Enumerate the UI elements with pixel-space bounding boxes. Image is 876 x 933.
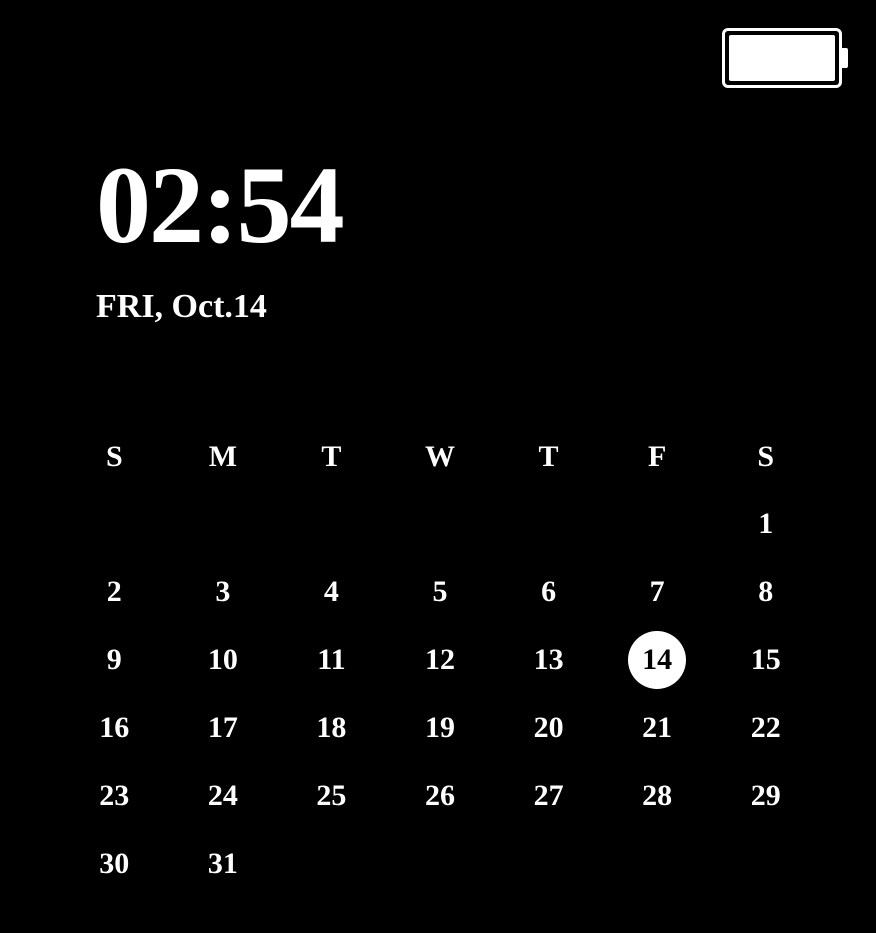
calendar-day-cell[interactable]: 9 [60,640,169,680]
calendar-day-cell[interactable]: 7 [603,572,712,612]
calendar-day-cell[interactable]: 2 [60,572,169,612]
calendar-day-cell [277,504,386,544]
calendar-day: 3 [194,563,252,621]
calendar-day: 11 [302,631,360,689]
calendar-day-cell[interactable]: 13 [494,640,603,680]
calendar-day-cell[interactable]: 28 [603,776,712,816]
calendar-day-cell[interactable]: 25 [277,776,386,816]
calendar-day-cell[interactable]: 5 [386,572,495,612]
calendar-day-current: 14 [628,631,686,689]
weekday-label: M [169,440,278,474]
calendar-day-cell[interactable]: 16 [60,708,169,748]
calendar-day: 28 [628,767,686,825]
calendar-day: 17 [194,699,252,757]
clock-widget: 02:54 FRI, Oct.14 [96,150,343,326]
calendar-day: 18 [302,699,360,757]
calendar-day: 13 [520,631,578,689]
calendar-day: 25 [302,767,360,825]
calendar-day: 1 [737,495,795,553]
battery-fill [729,35,835,81]
calendar-day: 5 [411,563,469,621]
calendar-day-cell [494,844,603,884]
calendar-day: 24 [194,767,252,825]
time-display: 02:54 [96,150,343,260]
calendar-day-cell [169,504,278,544]
battery-icon [722,28,842,88]
calendar-day: 26 [411,767,469,825]
weekday-label: S [60,440,169,474]
calendar-day-cell[interactable]: 22 [711,708,820,748]
calendar-day: 29 [737,767,795,825]
calendar-day-cell[interactable]: 20 [494,708,603,748]
calendar-day-cell[interactable]: 31 [169,844,278,884]
calendar-day-cell[interactable]: 1 [711,504,820,544]
calendar-day-cell [386,504,495,544]
calendar-day-cell[interactable]: 30 [60,844,169,884]
calendar-day: 15 [737,631,795,689]
calendar-day-cell [60,504,169,544]
calendar-day-cell[interactable]: 19 [386,708,495,748]
calendar-day-cell[interactable]: 12 [386,640,495,680]
calendar-day: 10 [194,631,252,689]
calendar-day-cell[interactable]: 17 [169,708,278,748]
calendar-day-cell[interactable]: 15 [711,640,820,680]
calendar-day: 21 [628,699,686,757]
calendar-day: 19 [411,699,469,757]
calendar-day-cell [494,504,603,544]
calendar-day: 16 [85,699,143,757]
calendar-day-cell[interactable]: 26 [386,776,495,816]
calendar-day-cell[interactable]: 11 [277,640,386,680]
weekday-label: F [603,440,712,474]
calendar-widget: S M T W T F S 12345678910111213141516171… [60,440,820,884]
weekday-label: S [711,440,820,474]
calendar-day: 2 [85,563,143,621]
calendar-day-cell[interactable]: 8 [711,572,820,612]
calendar-day-cell[interactable]: 29 [711,776,820,816]
weekday-label: T [277,440,386,474]
calendar-day: 31 [194,835,252,893]
calendar-day-cell [277,844,386,884]
calendar-day-cell[interactable]: 4 [277,572,386,612]
date-display: FRI, Oct.14 [96,288,343,326]
calendar-day: 6 [520,563,578,621]
calendar-days-grid: 1234567891011121314151617181920212223242… [60,504,820,884]
calendar-day: 27 [520,767,578,825]
calendar-day-cell [711,844,820,884]
weekday-label: W [386,440,495,474]
weekday-label: T [494,440,603,474]
calendar-day: 20 [520,699,578,757]
calendar-day-cell [386,844,495,884]
calendar-day-cell[interactable]: 18 [277,708,386,748]
calendar-day-cell[interactable]: 24 [169,776,278,816]
weekday-header-row: S M T W T F S [60,440,820,474]
calendar-day-cell[interactable]: 3 [169,572,278,612]
calendar-day-cell[interactable]: 23 [60,776,169,816]
calendar-day-cell [603,504,712,544]
calendar-day: 9 [85,631,143,689]
calendar-day: 23 [85,767,143,825]
calendar-day: 12 [411,631,469,689]
calendar-day-cell[interactable]: 10 [169,640,278,680]
calendar-day: 4 [302,563,360,621]
calendar-day: 30 [85,835,143,893]
calendar-day-cell [603,844,712,884]
calendar-day-cell[interactable]: 6 [494,572,603,612]
calendar-day: 7 [628,563,686,621]
calendar-day-cell[interactable]: 21 [603,708,712,748]
calendar-day: 8 [737,563,795,621]
calendar-day-cell[interactable]: 14 [603,640,712,680]
calendar-day: 22 [737,699,795,757]
calendar-day-cell[interactable]: 27 [494,776,603,816]
